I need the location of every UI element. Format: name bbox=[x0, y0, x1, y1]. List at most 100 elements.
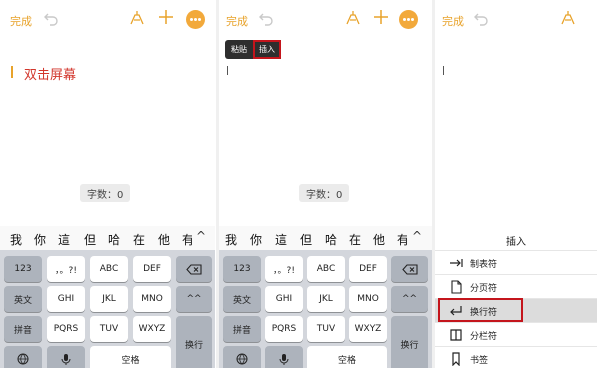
candidate[interactable]: 有 bbox=[397, 231, 407, 248]
text-cursor bbox=[11, 66, 13, 78]
key-wxyz[interactable]: WXYZ bbox=[349, 316, 387, 342]
key-english[interactable]: 英文 bbox=[223, 286, 261, 312]
more-icon[interactable] bbox=[186, 10, 205, 29]
more-icon[interactable] bbox=[399, 10, 418, 29]
key-emoticon[interactable]: ^^ bbox=[176, 286, 212, 312]
insert-bookmark-row[interactable]: 书签 bbox=[435, 346, 597, 368]
microphone-key[interactable] bbox=[265, 346, 303, 368]
candidate[interactable]: 你 bbox=[250, 231, 262, 248]
candidate[interactable]: 你 bbox=[34, 231, 46, 248]
candidate[interactable]: 在 bbox=[133, 231, 145, 248]
page-break-icon bbox=[451, 280, 462, 294]
toolbar: 完成 bbox=[219, 0, 432, 40]
tab-icon bbox=[450, 259, 463, 267]
key-english[interactable]: 英文 bbox=[4, 286, 42, 312]
insert-item-label: 分页符 bbox=[470, 284, 498, 294]
key-ghi[interactable]: GHI bbox=[47, 286, 85, 312]
keyboard: 我 你 這 但 哈 在 他 有 ^ 123 ，。?! ABC DEF 英文 GH… bbox=[0, 226, 215, 368]
microphone-icon bbox=[279, 353, 289, 365]
undo-icon[interactable] bbox=[44, 10, 58, 26]
column-break-icon bbox=[450, 329, 462, 341]
candidate[interactable]: 我 bbox=[225, 231, 237, 248]
candidate[interactable]: 這 bbox=[275, 231, 287, 248]
key-wxyz[interactable]: WXYZ bbox=[133, 316, 171, 342]
toolbar: 完成 bbox=[0, 0, 216, 40]
pen-icon[interactable] bbox=[345, 10, 361, 26]
space-key[interactable]: 空格 bbox=[307, 346, 387, 368]
keyboard: 我 你 這 但 哈 在 他 有 ^ 123 ，。?! ABC DEF 英文 GH… bbox=[219, 226, 432, 368]
key-jkl[interactable]: JKL bbox=[307, 286, 345, 312]
pen-icon[interactable] bbox=[129, 10, 145, 26]
key-mno[interactable]: MNO bbox=[349, 286, 387, 312]
candidate[interactable]: 他 bbox=[158, 231, 170, 248]
space-key[interactable]: 空格 bbox=[90, 346, 171, 368]
key-123[interactable]: 123 bbox=[4, 256, 42, 282]
candidate[interactable]: 哈 bbox=[325, 231, 337, 248]
done-button[interactable]: 完成 bbox=[226, 13, 248, 29]
key-jkl[interactable]: JKL bbox=[90, 286, 128, 312]
delete-key[interactable] bbox=[176, 256, 212, 282]
globe-key[interactable] bbox=[223, 346, 261, 368]
bookmark-icon bbox=[452, 352, 460, 366]
delete-key[interactable] bbox=[391, 256, 428, 282]
insert-item-label: 制表符 bbox=[470, 260, 498, 270]
key-pinyin[interactable]: 拼音 bbox=[223, 316, 261, 342]
candidate[interactable]: 哈 bbox=[108, 231, 120, 248]
candidate[interactable]: 但 bbox=[300, 231, 312, 248]
document-text: 双击屏幕 bbox=[24, 68, 77, 83]
key-abc[interactable]: ABC bbox=[307, 256, 345, 282]
key-tuv[interactable]: TUV bbox=[307, 316, 345, 342]
key-abc[interactable]: ABC bbox=[90, 256, 128, 282]
paste-menu-item[interactable]: 粘贴 bbox=[225, 40, 253, 59]
key-pqrs[interactable]: PQRS bbox=[47, 316, 85, 342]
candidate[interactable]: 這 bbox=[58, 231, 70, 248]
insert-page-break-row[interactable]: 分页符 bbox=[435, 274, 597, 298]
candidate[interactable]: 有 bbox=[182, 231, 192, 248]
insert-panel-title: 插入 bbox=[506, 237, 526, 248]
key-punctuation[interactable]: ，。?! bbox=[265, 256, 303, 282]
add-icon[interactable] bbox=[158, 9, 174, 25]
microphone-key[interactable] bbox=[47, 346, 85, 368]
key-ghi[interactable]: GHI bbox=[265, 286, 303, 312]
key-mno[interactable]: MNO bbox=[133, 286, 171, 312]
panel-insert-options: 完成 插入 制表符 分页符 换行符 分栏符 书签 bbox=[435, 0, 597, 368]
globe-icon bbox=[236, 353, 248, 365]
insert-menu-item[interactable]: 插入 bbox=[253, 40, 281, 59]
done-button[interactable]: 完成 bbox=[442, 13, 464, 29]
toolbar: 完成 bbox=[435, 0, 597, 40]
insert-item-label: 书签 bbox=[470, 356, 489, 366]
chevron-up-icon[interactable]: ^ bbox=[412, 229, 422, 243]
return-key[interactable]: 换行 bbox=[176, 316, 212, 368]
add-icon[interactable] bbox=[373, 9, 389, 25]
candidate-bar: 我 你 這 但 哈 在 他 有 ^ bbox=[0, 226, 215, 250]
done-button[interactable]: 完成 bbox=[10, 13, 32, 29]
candidate[interactable]: 但 bbox=[84, 231, 96, 248]
key-emoticon[interactable]: ^^ bbox=[391, 286, 428, 312]
key-def[interactable]: DEF bbox=[133, 256, 171, 282]
word-count: 字数：0 bbox=[80, 184, 131, 202]
chevron-up-icon[interactable]: ^ bbox=[196, 229, 206, 243]
text-cursor bbox=[227, 66, 228, 75]
pen-icon[interactable] bbox=[560, 10, 576, 26]
word-count: 字数：0 bbox=[299, 184, 350, 202]
microphone-icon bbox=[61, 353, 71, 365]
key-pinyin[interactable]: 拼音 bbox=[4, 316, 42, 342]
candidate[interactable]: 在 bbox=[349, 231, 361, 248]
undo-icon[interactable] bbox=[474, 10, 488, 26]
key-punctuation[interactable]: ，。?! bbox=[47, 256, 85, 282]
insert-column-break-row[interactable]: 分栏符 bbox=[435, 322, 597, 346]
candidate[interactable]: 他 bbox=[373, 231, 385, 248]
insert-item-label: 分栏符 bbox=[470, 332, 498, 342]
return-key[interactable]: 换行 bbox=[391, 316, 428, 368]
undo-icon[interactable] bbox=[259, 10, 273, 26]
key-123[interactable]: 123 bbox=[223, 256, 261, 282]
text-cursor bbox=[443, 66, 444, 75]
key-def[interactable]: DEF bbox=[349, 256, 387, 282]
insert-tab-row[interactable]: 制表符 bbox=[435, 250, 597, 274]
candidate[interactable]: 我 bbox=[10, 231, 22, 248]
context-menu: 粘贴 插入 bbox=[225, 40, 281, 59]
globe-key[interactable] bbox=[4, 346, 42, 368]
line-break-highlight bbox=[438, 298, 523, 322]
key-pqrs[interactable]: PQRS bbox=[265, 316, 303, 342]
key-tuv[interactable]: TUV bbox=[90, 316, 128, 342]
